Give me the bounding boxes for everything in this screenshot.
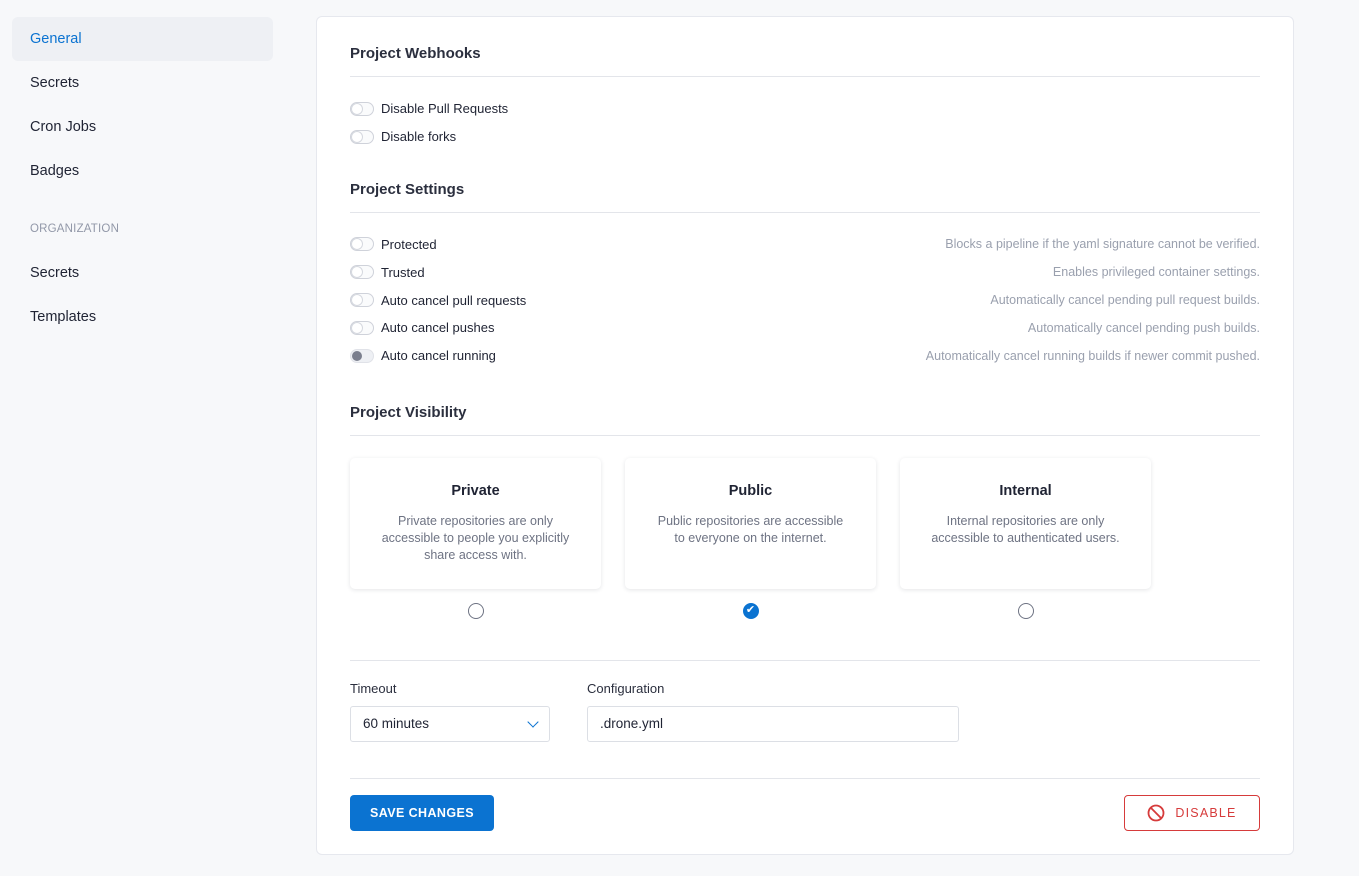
settings-card: Project Webhooks Disable Pull Requests D…	[316, 16, 1294, 855]
visibility-card-private[interactable]: Private Private repositories are only ac…	[350, 457, 601, 589]
toggle-row: Protected Blocks a pipeline if the yaml …	[350, 231, 1260, 259]
toggle-row: Auto cancel pushes Automatically cancel …	[350, 314, 1260, 342]
timeout-value: 60 minutes	[363, 716, 430, 732]
toggle-description: Automatically cancel running builds if n…	[925, 348, 1260, 363]
toggle-label: Trusted	[381, 264, 425, 280]
toggle-label: Auto cancel pull requests	[381, 292, 527, 308]
visibility-card-description: Public repositories are accessible to ev…	[657, 513, 844, 545]
webhooks-title: Project Webhooks	[350, 17, 1260, 77]
visibility-card-public[interactable]: Public Public repositories are accessibl…	[625, 457, 876, 589]
auto-cancel-running-switch[interactable]	[350, 348, 374, 363]
sidebar-item-badges[interactable]: Badges	[12, 149, 273, 193]
visibility-card-internal[interactable]: Internal Internal repositories are only …	[900, 457, 1151, 589]
toggle-label: Protected	[381, 236, 437, 252]
sidebar-item-templates[interactable]: Templates	[12, 295, 273, 339]
sidebar-item-org-secrets[interactable]: Secrets	[12, 251, 273, 295]
visibility-option-internal: Internal Internal repositories are only …	[900, 457, 1151, 619]
form-actions: SAVE CHANGES DISABLE	[350, 779, 1260, 831]
visibility-radio-internal[interactable]	[1017, 602, 1034, 619]
toggle-label: Disable Pull Requests	[381, 101, 509, 117]
visibility-option-private: Private Private repositories are only ac…	[350, 457, 601, 619]
disable-pull-requests-switch[interactable]	[350, 101, 374, 116]
block-icon	[1147, 804, 1165, 821]
visibility-card-title: Internal	[999, 482, 1052, 499]
toggle-description: Blocks a pipeline if the yaml signature …	[945, 237, 1260, 252]
sidebar-section-organization: ORGANIZATION	[30, 223, 120, 235]
toggle-row: Disable forks	[350, 123, 1260, 151]
toggle-description: Automatically cancel pending push builds…	[1027, 320, 1260, 335]
checkmark-icon: ✔	[745, 604, 756, 617]
toggle-row: Trusted Enables privileged container set…	[350, 258, 1260, 286]
visibility-card-title: Public	[728, 482, 773, 499]
sidebar: General Secrets Cron Jobs Badges ORGANIZ…	[12, 17, 273, 339]
disable-button-label: DISABLE	[1175, 805, 1237, 820]
sidebar-item-cron-jobs[interactable]: Cron Jobs	[12, 105, 273, 149]
configuration-field: Configuration	[587, 681, 959, 742]
chevron-down-icon	[527, 715, 539, 728]
toggle-row: Auto cancel running Automatically cancel…	[350, 342, 1260, 370]
settings-toggles: Protected Blocks a pipeline if the yaml …	[350, 213, 1260, 370]
visibility-radio-public[interactable]: ✔	[742, 602, 759, 619]
timeout-field: Timeout 60 minutes	[350, 681, 550, 742]
webhooks-toggles: Disable Pull Requests Disable forks	[350, 77, 1260, 151]
visibility-radio-private[interactable]	[467, 602, 484, 619]
visibility-card-description: Private repositories are only accessible…	[381, 513, 570, 562]
timeout-label: Timeout	[350, 680, 397, 696]
toggle-row: Disable Pull Requests	[350, 95, 1260, 123]
settings-title: Project Settings	[350, 151, 1260, 213]
sidebar-item-secrets[interactable]: Secrets	[12, 61, 273, 105]
visibility-card-title: Private	[451, 482, 500, 499]
toggle-label: Auto cancel pushes	[381, 320, 495, 336]
visibility-title: Project Visibility	[350, 370, 1260, 436]
toggle-row: Auto cancel pull requests Automatically …	[350, 286, 1260, 314]
visibility-card-description: Internal repositories are only accessibl…	[931, 513, 1120, 545]
visibility-options: Private Private repositories are only ac…	[350, 436, 1260, 619]
visibility-option-public: Public Public repositories are accessibl…	[625, 457, 876, 619]
toggle-label: Disable forks	[381, 129, 457, 145]
auto-cancel-pull-requests-switch[interactable]	[350, 293, 374, 308]
save-changes-button[interactable]: SAVE CHANGES	[350, 794, 494, 831]
disable-forks-switch[interactable]	[350, 129, 374, 144]
auto-cancel-pushes-switch[interactable]	[350, 320, 374, 335]
timeout-select[interactable]: 60 minutes	[350, 705, 550, 742]
form-row: Timeout 60 minutes Configuration	[350, 661, 1260, 742]
toggle-label: Auto cancel running	[381, 348, 496, 364]
disable-button[interactable]: DISABLE	[1124, 794, 1260, 831]
sidebar-item-general[interactable]: General	[12, 17, 273, 61]
configuration-label: Configuration	[587, 680, 665, 696]
trusted-switch[interactable]	[350, 265, 374, 280]
configuration-input[interactable]	[587, 705, 959, 742]
protected-switch[interactable]	[350, 237, 374, 252]
toggle-description: Automatically cancel pending pull reques…	[990, 293, 1260, 308]
toggle-description: Enables privileged container settings.	[1052, 265, 1260, 280]
